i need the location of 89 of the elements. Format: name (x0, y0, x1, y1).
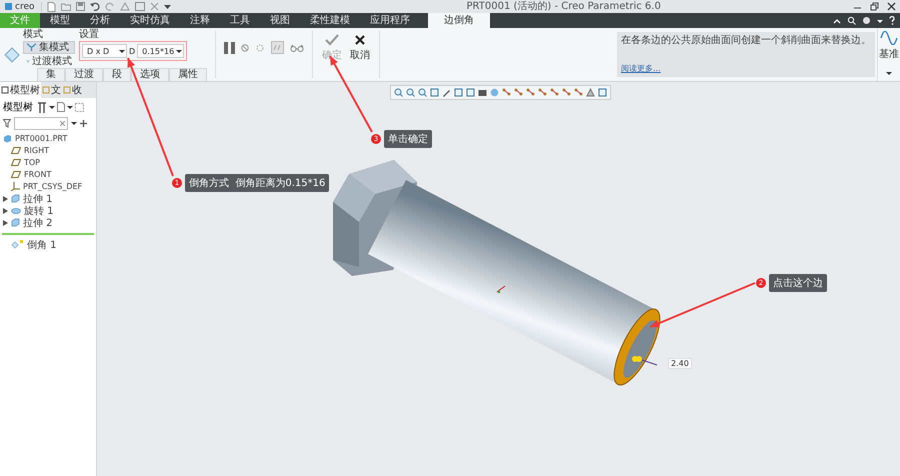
caret-icon[interactable] (49, 104, 55, 110)
tree-item[interactable]: 倒角 1 (27, 238, 57, 252)
collapsed-icon[interactable] (3, 220, 8, 226)
caret-icon[interactable] (176, 48, 182, 54)
search-field[interactable] (14, 117, 68, 130)
menu-tab[interactable]: 分析 (80, 13, 120, 28)
caret-icon[interactable] (886, 71, 892, 76)
pencil-icon[interactable] (442, 88, 451, 97)
tree-item[interactable]: 旋转 1 (24, 204, 54, 218)
panel-tab[interactable]: 模型树 (0, 82, 41, 98)
panel-tab[interactable]: 段 (103, 68, 131, 81)
close-icon[interactable] (887, 2, 896, 11)
mode-button[interactable]: 过渡模式 (23, 55, 75, 68)
stop-icon[interactable] (241, 44, 249, 52)
tree-item[interactable]: 拉伸 1 (23, 192, 53, 206)
menu-tab[interactable]: 应用程序 (360, 13, 420, 28)
callout-label: 点击这个边 (769, 274, 827, 292)
filter-icon[interactable] (3, 119, 11, 128)
glasses-icon[interactable] (290, 44, 304, 52)
panel-tab[interactable]: 过渡 (65, 68, 103, 81)
box-icon[interactable] (598, 88, 607, 97)
app-logo: creo (4, 2, 34, 12)
dimension-field[interactable]: 0.15*16 (137, 44, 184, 58)
extrude-icon (11, 218, 20, 227)
panel-tab[interactable]: 选项 (131, 68, 169, 81)
new-file-icon[interactable] (46, 2, 56, 12)
menu-tab[interactable]: 注释 (180, 13, 220, 28)
tree-item[interactable]: PRT0001.PRT (15, 134, 68, 143)
read-more-link[interactable]: 阅读更多... (621, 63, 871, 74)
chamfer-feature-icon (3, 46, 21, 64)
callout-label: 单击确定 (384, 130, 432, 148)
menu-tab[interactable]: 模型 (40, 13, 80, 28)
checkmark-icon (325, 34, 339, 46)
dimension-label: 2.40 (668, 358, 692, 369)
save-icon[interactable] (76, 2, 84, 11)
tree-item[interactable]: RIGHT (24, 146, 50, 155)
help-icon[interactable] (889, 16, 895, 25)
zoom-in-icon[interactable] (406, 88, 415, 97)
customize-caret-icon[interactable] (164, 2, 170, 11)
restore-icon[interactable] (870, 2, 879, 11)
window-title: PRT0001 (活动的) - Creo Parametric 6.0 (466, 0, 661, 12)
add-icon[interactable] (80, 120, 87, 127)
datum-button[interactable]: 基准 (879, 31, 899, 61)
tools-icon[interactable] (37, 102, 47, 112)
menu-tab[interactable]: 视图 (260, 13, 300, 28)
menu-tab[interactable]: 工具 (220, 13, 260, 28)
menu-tab[interactable]: 边倒角 (428, 13, 490, 28)
group-title: 模式 (23, 29, 44, 40)
tree-item[interactable]: PRT_CSYS_DEF (23, 182, 82, 191)
mode-button[interactable]: 集模式 (23, 41, 75, 54)
tree-item[interactable]: 拉伸 2 (23, 216, 53, 230)
dimension-label: D (129, 46, 136, 56)
callout-label: 倒角方式 倒角距离为0.15*16 (185, 174, 330, 192)
collapsed-icon[interactable] (3, 196, 8, 202)
group-title: 设置 (79, 29, 100, 40)
coordinate-system-icon (11, 182, 20, 191)
caret-icon[interactable] (67, 104, 73, 110)
tree-item[interactable]: TOP (24, 158, 40, 167)
model-tree-label: 模型树 (3, 100, 33, 114)
part-icon (3, 134, 12, 143)
clear-icon[interactable] (60, 121, 65, 126)
search-icon[interactable] (847, 16, 856, 25)
revolve-icon (11, 206, 21, 214)
pause-icon[interactable] (224, 42, 235, 54)
close-window-icon[interactable] (150, 2, 158, 11)
menu-tab[interactable]: 柔性建模 (300, 13, 360, 28)
panel-tab[interactable]: 收 (62, 82, 83, 98)
chamfer-scheme-dropdown[interactable]: D x D (82, 44, 127, 58)
undo-icon[interactable] (90, 2, 100, 11)
help-text: 在各条边的公共原始曲面间创建一个斜削曲面来替换边。 (621, 35, 871, 47)
panel-tab[interactable]: 文 (41, 82, 62, 98)
close-icon (354, 34, 366, 46)
extrude-icon (11, 194, 20, 203)
collapsed-icon[interactable] (3, 208, 8, 214)
caret-icon[interactable] (71, 121, 77, 126)
panel-tab[interactable]: 集 (37, 68, 65, 81)
box-icon[interactable] (454, 88, 463, 97)
triangle-icon[interactable] (586, 88, 595, 97)
menu-tab[interactable]: 实时仿真 (120, 13, 180, 28)
box-icon[interactable] (466, 88, 475, 97)
cancel-button[interactable]: 取消 (349, 34, 371, 81)
panel-tab[interactable]: 属性 (169, 68, 207, 81)
chamfer-icon (11, 240, 24, 249)
collapse-ribbon-icon[interactable] (833, 16, 841, 24)
fork-icon (26, 43, 37, 52)
zoom-fit-icon[interactable] (394, 88, 403, 97)
caret-icon[interactable] (119, 48, 125, 54)
tree-item[interactable]: FRONT (24, 170, 52, 179)
zoom-out-icon[interactable] (418, 88, 427, 97)
